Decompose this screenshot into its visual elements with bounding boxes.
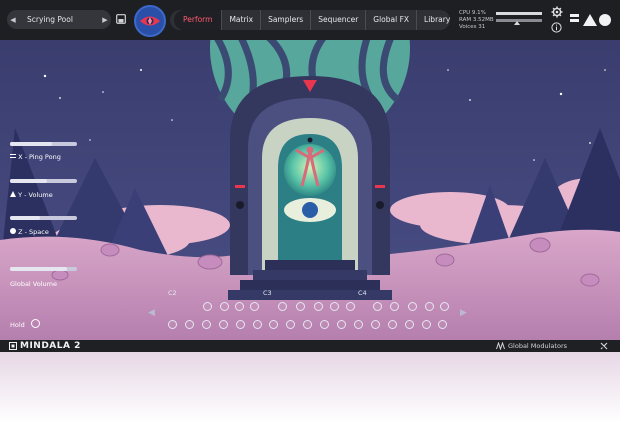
global-volume-label: Global Volume	[10, 280, 57, 288]
cpu-stat: CPU 9.1%	[459, 10, 486, 16]
eye-logo-button[interactable]	[134, 5, 166, 37]
tab-matrix[interactable]: Matrix	[222, 10, 262, 30]
reflection-fade	[0, 352, 620, 431]
hold-label: Hold	[10, 321, 25, 329]
x-slider-fill	[10, 142, 52, 146]
preset-selector[interactable]: ◀ Scrying Pool ▶	[7, 10, 111, 29]
info-icon[interactable]	[551, 22, 562, 33]
voices-stat: Voices 31	[459, 24, 486, 30]
white-key[interactable]	[421, 320, 431, 329]
white-key[interactable]	[184, 320, 194, 329]
y-slider[interactable]	[10, 179, 77, 183]
global-volume-fill	[10, 267, 67, 271]
x-slider[interactable]	[10, 142, 77, 146]
z-axis-icon	[10, 228, 16, 234]
white-key[interactable]	[201, 320, 211, 329]
gear-icon[interactable]	[551, 6, 563, 18]
portal	[230, 76, 390, 275]
white-key[interactable]	[252, 320, 262, 329]
y-axis-icon	[10, 191, 16, 197]
z-label-text: Z - Space	[18, 228, 49, 236]
meter-left	[496, 12, 542, 15]
global-volume-slider[interactable]	[10, 267, 77, 271]
white-key[interactable]	[235, 320, 245, 329]
save-icon[interactable]	[116, 14, 126, 24]
black-key[interactable]	[440, 302, 449, 311]
brand-logo-icon	[570, 14, 611, 26]
tab-global-fx[interactable]: Global FX	[366, 10, 418, 30]
preset-next-button[interactable]: ▶	[99, 16, 111, 24]
x-label-text: X - Ping Pong	[18, 153, 61, 161]
black-key[interactable]	[373, 302, 382, 311]
white-key[interactable]	[337, 320, 346, 329]
window-reflection	[0, 352, 620, 431]
performance-stats: CPU 9.1% RAM 3.52MB Voices 31	[459, 10, 494, 31]
eye-icon	[140, 16, 160, 26]
tab-library[interactable]: Library	[417, 10, 457, 30]
preset-name[interactable]: Scrying Pool	[19, 15, 99, 24]
product-name: MINDALA 2	[20, 341, 81, 351]
x-axis-icon	[10, 154, 16, 158]
x-label: X - Ping Pong	[10, 153, 61, 161]
white-key[interactable]	[404, 320, 414, 329]
black-key[interactable]	[220, 302, 229, 311]
black-key[interactable]	[346, 302, 355, 311]
black-key[interactable]	[250, 302, 259, 311]
scene-artwork	[0, 40, 620, 340]
expand-icon[interactable]	[600, 342, 608, 350]
tab-sequencer[interactable]: Sequencer	[311, 10, 367, 30]
hold-button[interactable]	[31, 319, 40, 328]
global-modulators-button[interactable]: Global Modulators	[508, 342, 567, 350]
tab-perform[interactable]: Perform	[174, 10, 223, 30]
z-label: Z - Space	[10, 228, 49, 236]
white-key[interactable]	[387, 320, 397, 329]
white-key[interactable]	[168, 320, 177, 329]
y-slider-fill	[10, 179, 47, 183]
black-key[interactable]	[408, 302, 417, 311]
octave-label-c3: C3	[263, 289, 272, 297]
octave-label-c4: C4	[358, 289, 367, 297]
z-slider-fill	[10, 216, 41, 220]
preset-prev-button[interactable]: ◀	[7, 16, 19, 24]
black-key[interactable]	[235, 302, 244, 311]
mindala-mark-icon	[9, 342, 17, 350]
black-key[interactable]	[278, 302, 287, 311]
instrument-window: ◀ Scrying Pool ▶ Perform Matrix Samplers…	[0, 0, 620, 352]
black-key[interactable]	[314, 302, 323, 311]
black-key[interactable]	[425, 302, 434, 311]
keyboard-right-arrow[interactable]: ▶	[460, 308, 467, 318]
octave-label-c2: C2	[168, 289, 177, 297]
main-tabs: Perform Matrix Samplers Sequencer Global…	[170, 10, 450, 30]
black-key[interactable]	[330, 302, 339, 311]
tab-samplers[interactable]: Samplers	[261, 10, 312, 30]
white-key[interactable]	[218, 320, 228, 329]
z-slider[interactable]	[10, 216, 77, 220]
top-bar: ◀ Scrying Pool ▶ Perform Matrix Samplers…	[0, 0, 620, 40]
bottom-bar: MINDALA 2 Global Modulators	[0, 340, 620, 352]
black-key[interactable]	[296, 302, 305, 311]
black-key[interactable]	[203, 302, 212, 311]
perform-scene: X - Ping Pong Y - Volume Z - Space Globa…	[0, 40, 620, 340]
ram-stat: RAM 3.52MB	[459, 17, 494, 23]
keyboard-left-arrow[interactable]: ◀	[148, 308, 155, 318]
black-key[interactable]	[390, 302, 399, 311]
modulator-wave-icon	[496, 342, 505, 350]
white-key[interactable]	[353, 320, 363, 329]
white-key[interactable]	[370, 320, 380, 329]
y-label-text: Y - Volume	[18, 191, 53, 199]
y-label: Y - Volume	[10, 191, 53, 199]
master-volume-handle[interactable]	[514, 21, 520, 25]
